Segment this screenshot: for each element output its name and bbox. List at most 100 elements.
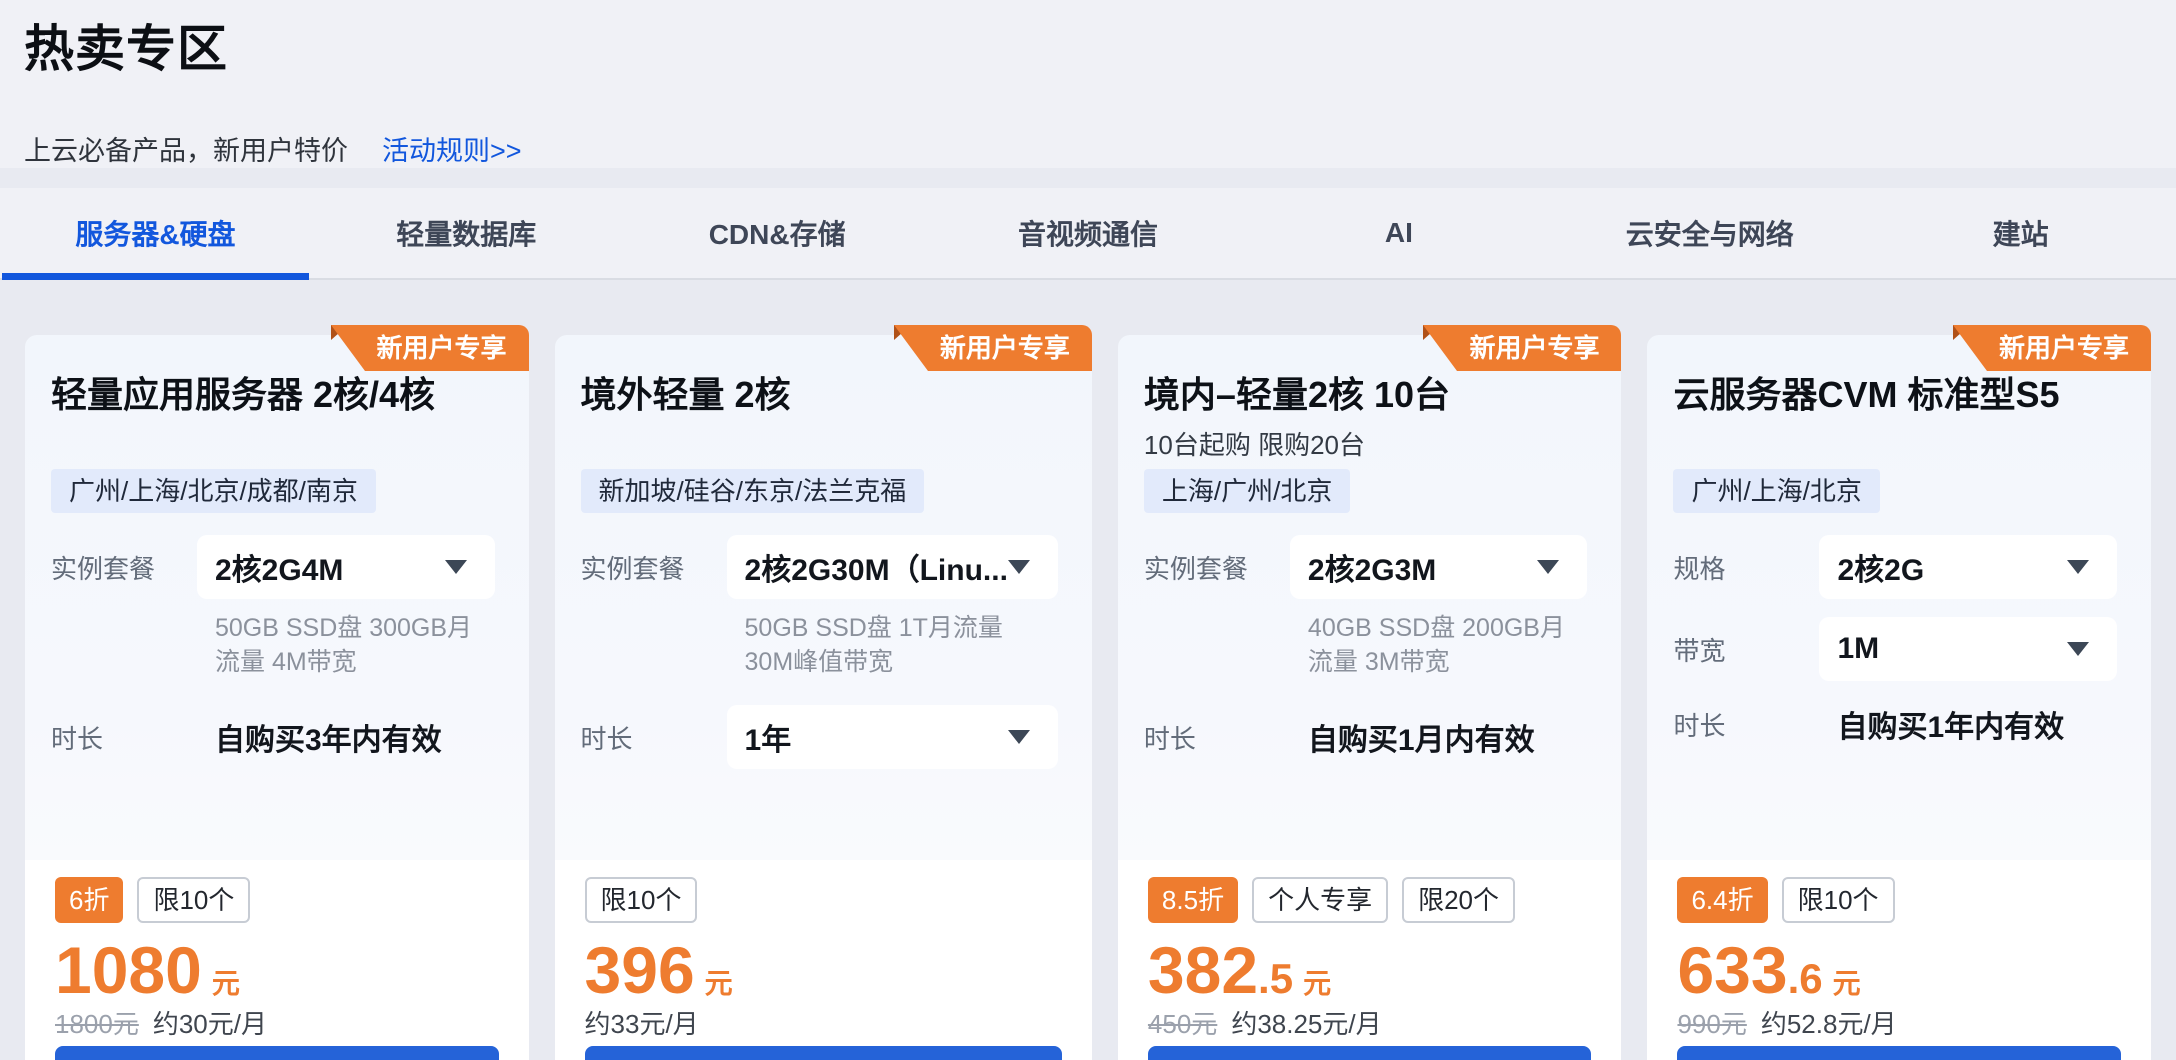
spec-label: 实例套餐 — [51, 549, 197, 586]
chevron-down-icon — [1537, 560, 1559, 574]
product-card-cvm-s5: 新用户专享 云服务器CVM 标准型S5 广州/上海/北京 规格 2核2G — [1647, 335, 2151, 1060]
original-price: 1800元 — [55, 1008, 139, 1040]
chevron-down-icon — [2067, 642, 2089, 656]
buy-button[interactable] — [585, 1046, 1062, 1060]
tab-cdn-storage[interactable]: CDN&存储 — [622, 188, 933, 278]
personal-badge: 个人专享 — [1252, 877, 1388, 923]
price-value: 1080 — [55, 934, 202, 1006]
bandwidth-label: 带宽 — [1673, 631, 1819, 668]
tab-lite-database[interactable]: 轻量数据库 — [311, 188, 622, 278]
price-decimal: .5 — [1258, 955, 1293, 1003]
duration-label: 时长 — [1144, 719, 1290, 756]
duration-select-value: 1年 — [745, 715, 792, 759]
duration-label: 时长 — [1673, 706, 1819, 743]
limit-badge: 限10个 — [585, 877, 698, 923]
chevron-down-icon — [1008, 560, 1030, 574]
new-user-badge: 新用户专享 — [928, 325, 1092, 371]
monthly-price: 约33元/月 — [585, 1008, 699, 1040]
plan-description: 50GB SSD盘 300GB月流量 4M带宽 — [215, 611, 495, 679]
region-tag: 广州/上海/北京 — [1673, 469, 1879, 513]
price-value: 382 — [1148, 934, 1258, 1006]
new-user-badge: 新用户专享 — [1987, 325, 2151, 371]
spec-label: 实例套餐 — [1144, 549, 1290, 586]
duration-label: 时长 — [581, 719, 727, 756]
plan-select[interactable]: 2核2G3M — [1290, 535, 1588, 599]
tab-security-network[interactable]: 云安全与网络 — [1554, 188, 1865, 278]
plan-select-value: 2核2G30M（Linu... — [745, 545, 1008, 589]
discount-badge: 8.5折 — [1148, 877, 1238, 923]
buy-button[interactable] — [1148, 1046, 1592, 1060]
product-card-domestic-lighthouse-bundle: 新用户专享 境内–轻量2核 10台 10台起购 限购20台 上海/广州/北京 实… — [1118, 335, 1622, 1060]
plan-select[interactable]: 2核2G30M（Linu... — [727, 535, 1058, 599]
duration-value: 自购买1月内有效 — [1290, 715, 1535, 759]
plan-select-value: 2核2G3M — [1308, 545, 1436, 589]
bandwidth-select-value: 1M — [1837, 632, 1879, 666]
price-value: 396 — [585, 934, 695, 1006]
original-price: 990元 — [1677, 1008, 1746, 1040]
new-user-badge: 新用户专享 — [365, 325, 529, 371]
tab-website[interactable]: 建站 — [1865, 188, 2176, 278]
price-decimal: .6 — [1788, 955, 1823, 1003]
page-subtitle: 上云必备产品，新用户特价 — [24, 134, 348, 168]
activity-rules-link[interactable]: 活动规则>> — [382, 134, 522, 168]
original-price: 450元 — [1148, 1008, 1217, 1040]
product-card-overseas-lighthouse: 新用户专享 境外轻量 2核 新加坡/硅谷/东京/法兰克福 实例套餐 2核2G30… — [555, 335, 1092, 1060]
card-title: 轻量应用服务器 2核/4核 — [51, 373, 495, 417]
monthly-price: 约30元/月 — [153, 1008, 267, 1040]
page-title: 热卖专区 — [24, 18, 2152, 80]
price-panel: 8.5折 个人专享 限20个 382 .5 元 450元 约38.25元/月 — [1118, 860, 1622, 1060]
bandwidth-select[interactable]: 1M — [1819, 617, 2117, 681]
spec-label: 规格 — [1673, 549, 1819, 586]
category-tabs: 服务器&硬盘 轻量数据库 CDN&存储 音视频通信 AI 云安全与网络 建站 — [0, 188, 2176, 280]
monthly-price: 约52.8元/月 — [1761, 1008, 1897, 1040]
tab-audio-video[interactable]: 音视频通信 — [933, 188, 1244, 278]
plan-description: 40GB SSD盘 200GB月流量 3M带宽 — [1308, 611, 1588, 679]
price-panel: 6.4折 限10个 633 .6 元 990元 约52.8元/月 — [1647, 860, 2151, 1060]
price-value: 633 — [1677, 934, 1787, 1006]
discount-badge: 6折 — [55, 877, 123, 923]
duration-value: 自购买3年内有效 — [197, 715, 442, 759]
spec-panel: 境外轻量 2核 新加坡/硅谷/东京/法兰克福 实例套餐 2核2G30M（Linu… — [555, 335, 1092, 860]
product-card-lighthouse: 新用户专享 轻量应用服务器 2核/4核 广州/上海/北京/成都/南京 实例套餐 … — [25, 335, 529, 1060]
monthly-price: 约38.25元/月 — [1231, 1008, 1381, 1040]
tab-ai[interactable]: AI — [1243, 188, 1554, 278]
card-title: 云服务器CVM 标准型S5 — [1673, 373, 2117, 417]
price-unit: 元 — [705, 962, 733, 1002]
chevron-down-icon — [2067, 560, 2089, 574]
duration-value: 自购买1年内有效 — [1819, 702, 2064, 746]
region-tag: 上海/广州/北京 — [1144, 469, 1350, 513]
spec-select[interactable]: 2核2G — [1819, 535, 2117, 599]
limit-badge: 限10个 — [1782, 877, 1895, 923]
card-title: 境内–轻量2核 10台 — [1144, 373, 1588, 417]
limit-badge: 限20个 — [1402, 877, 1515, 923]
spec-panel: 境内–轻量2核 10台 10台起购 限购20台 上海/广州/北京 实例套餐 2核… — [1118, 335, 1622, 860]
plan-select[interactable]: 2核2G4M — [197, 535, 495, 599]
header: 热卖专区 上云必备产品，新用户特价 活动规则>> — [0, 0, 2176, 168]
duration-label: 时长 — [51, 719, 197, 756]
hot-sale-section: 热卖专区 上云必备产品，新用户特价 活动规则>> 服务器&硬盘 轻量数据库 CD… — [0, 0, 2176, 1060]
chevron-down-icon — [445, 560, 467, 574]
plan-select-value: 2核2G4M — [215, 545, 343, 589]
spec-panel: 云服务器CVM 标准型S5 广州/上海/北京 规格 2核2G 带宽 1M — [1647, 335, 2151, 860]
region-tag: 新加坡/硅谷/东京/法兰克福 — [581, 469, 925, 513]
price-unit: 元 — [1303, 962, 1331, 1002]
tab-servers-disks[interactable]: 服务器&硬盘 — [0, 188, 311, 278]
spec-select-value: 2核2G — [1837, 545, 1924, 589]
duration-select[interactable]: 1年 — [727, 705, 1058, 769]
price-panel: 限10个 396 元 约33元/月 — [555, 860, 1092, 1060]
card-subtitle: 10台起购 限购20台 — [1144, 429, 1588, 461]
discount-badge: 6.4折 — [1677, 877, 1767, 923]
buy-button[interactable] — [55, 1046, 499, 1060]
plan-description: 50GB SSD盘 1T月流量 30M峰值带宽 — [745, 611, 1058, 679]
limit-badge: 限10个 — [137, 877, 250, 923]
new-user-badge: 新用户专享 — [1457, 325, 1621, 371]
card-title: 境外轻量 2核 — [581, 373, 1058, 417]
price-unit: 元 — [212, 962, 240, 1002]
spec-panel: 轻量应用服务器 2核/4核 广州/上海/北京/成都/南京 实例套餐 2核2G4M… — [25, 335, 529, 860]
chevron-down-icon — [1008, 730, 1030, 744]
spec-label: 实例套餐 — [581, 549, 727, 586]
price-panel: 6折 限10个 1080 元 1800元 约30元/月 — [25, 860, 529, 1060]
buy-button[interactable] — [1677, 1046, 2121, 1060]
region-tag: 广州/上海/北京/成都/南京 — [51, 469, 376, 513]
price-unit: 元 — [1833, 962, 1861, 1002]
